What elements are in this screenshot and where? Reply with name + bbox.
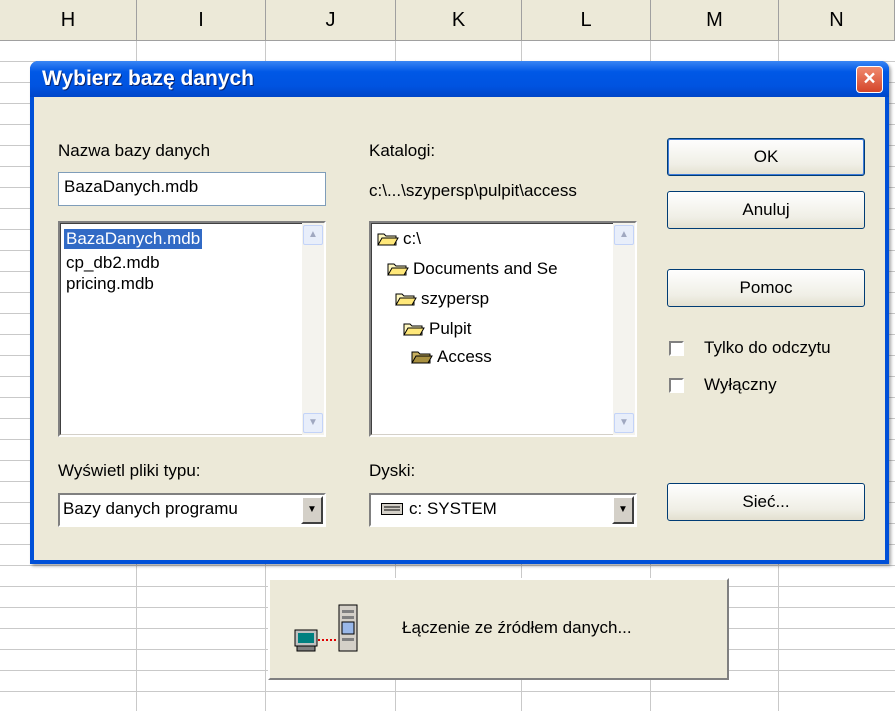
scroll-down-icon[interactable]: ▼ — [614, 413, 634, 433]
column-header-row: H I J K L M N — [0, 0, 895, 41]
connection-status-panel: Łączenie ze źródłem danych... — [268, 578, 729, 680]
ok-button[interactable]: OK — [667, 138, 865, 176]
column-header-m[interactable]: M — [651, 0, 779, 40]
drive-label: c: SYSTEM — [409, 499, 497, 518]
drive-value: c: SYSTEM — [381, 499, 497, 519]
help-button[interactable]: Pomoc — [667, 269, 865, 307]
file-type-label: Wyświetl pliki typu: — [58, 461, 201, 480]
column-header-k[interactable]: K — [396, 0, 522, 40]
folder-label: Documents and Se — [413, 259, 558, 278]
open-folder-icon — [387, 263, 409, 276]
exclusive-label[interactable]: Wyłączny — [704, 375, 777, 395]
dropdown-arrow-icon[interactable]: ▼ — [301, 496, 323, 524]
file-type-value: Bazy danych programu — [63, 499, 238, 518]
db-name-label: Nazwa bazy danych — [58, 141, 211, 160]
choose-database-dialog: Wybierz bazę danych × Nazwa bazy danych … — [30, 61, 889, 564]
file-list-scrollbar[interactable]: ▲ ▼ — [302, 223, 324, 435]
open-folder-icon — [403, 323, 425, 336]
folder-label: Access — [437, 347, 492, 366]
folder-label: c:\ — [403, 229, 421, 248]
connection-status-text: Łączenie ze źródłem danych... — [402, 618, 632, 637]
scroll-up-icon[interactable]: ▲ — [303, 225, 323, 245]
exclusive-checkbox[interactable] — [669, 378, 684, 393]
data-source-connection-icon — [294, 604, 358, 652]
column-header-i[interactable]: I — [137, 0, 266, 40]
column-header-h[interactable]: H — [0, 0, 137, 40]
file-item[interactable]: pricing.mdb — [66, 274, 154, 294]
folder-item[interactable]: szypersp — [395, 289, 489, 309]
close-button[interactable]: × — [856, 66, 883, 93]
readonly-checkbox[interactable] — [669, 341, 684, 356]
cancel-button[interactable]: Anuluj — [667, 191, 865, 229]
db-name-input[interactable]: BazaDanych.mdb — [58, 172, 326, 206]
folder-label: Pulpit — [429, 319, 472, 338]
folder-icon — [411, 351, 433, 364]
column-header-n[interactable]: N — [779, 0, 895, 40]
folder-list-scrollbar[interactable]: ▲ ▼ — [613, 223, 635, 435]
network-button[interactable]: Sieć... — [667, 483, 865, 521]
column-header-l[interactable]: L — [522, 0, 651, 40]
folder-item[interactable]: c:\ — [377, 229, 421, 249]
catalogs-label: Katalogi: — [369, 141, 436, 160]
file-type-select[interactable]: Bazy danych programu ▼ — [58, 493, 326, 527]
file-item[interactable]: BazaDanych.mdb — [62, 228, 204, 250]
current-path: c:\...\szypersp\pulpit\access — [369, 181, 577, 200]
open-folder-icon — [377, 233, 399, 246]
drive-select[interactable]: c: SYSTEM ▼ — [369, 493, 637, 527]
folder-item[interactable]: Pulpit — [403, 319, 472, 339]
folder-item[interactable]: Access — [411, 347, 492, 367]
folder-item[interactable]: Documents and Se — [387, 259, 558, 279]
folder-listbox[interactable]: c:\ Documents and Se szypersp Pulpit Acc… — [369, 221, 637, 437]
column-header-j[interactable]: J — [266, 0, 396, 40]
dialog-title: Wybierz bazę danych — [42, 67, 255, 90]
dialog-title-bar[interactable]: Wybierz bazę danych × — [30, 61, 889, 97]
hard-drive-icon — [381, 503, 403, 515]
folder-label: szypersp — [421, 289, 490, 308]
file-listbox[interactable]: BazaDanych.mdb cp_db2.mdb pricing.mdb ▲ … — [58, 221, 326, 437]
file-item[interactable]: cp_db2.mdb — [66, 253, 160, 273]
scroll-down-icon[interactable]: ▼ — [303, 413, 323, 433]
readonly-label[interactable]: Tylko do odczytu — [704, 338, 831, 358]
dialog-body: Nazwa bazy danych BazaDanych.mdb BazaDan… — [34, 97, 885, 560]
dropdown-arrow-icon[interactable]: ▼ — [612, 496, 634, 524]
drives-label: Dyski: — [369, 461, 416, 480]
close-icon: × — [863, 67, 876, 90]
open-folder-icon — [395, 293, 417, 306]
scroll-up-icon[interactable]: ▲ — [614, 225, 634, 245]
